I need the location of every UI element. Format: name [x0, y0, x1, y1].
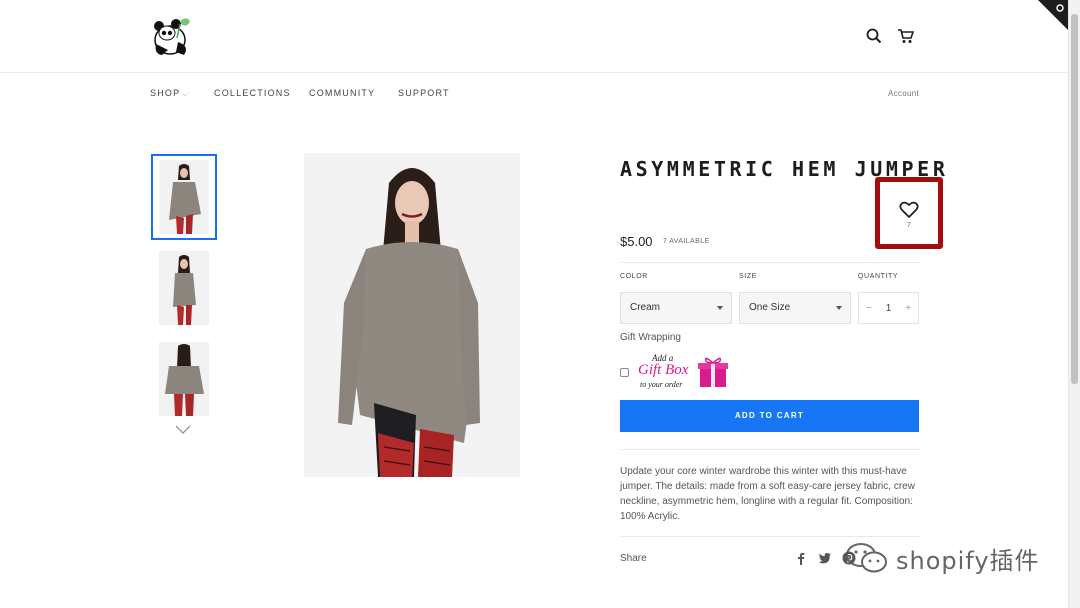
- site-header: [0, 0, 1068, 73]
- settings-corner-icon[interactable]: [1038, 0, 1068, 30]
- gift-box-line2: Gift Box: [638, 362, 689, 378]
- product-price: $5.00: [620, 234, 653, 249]
- size-label: SIZE: [739, 273, 757, 280]
- caret-down-icon: [717, 306, 723, 310]
- facebook-icon[interactable]: [794, 551, 808, 565]
- size-select[interactable]: One Size: [739, 292, 851, 324]
- product-thumbnail-1[interactable]: [151, 154, 217, 240]
- thumbnail-image: [159, 342, 209, 416]
- stock-availability: 7 AVAILABLE: [663, 238, 710, 245]
- divider: [620, 262, 919, 263]
- product-description: Update your core winter wardrobe this wi…: [620, 466, 915, 522]
- quantity-decrement-button[interactable]: −: [859, 303, 879, 314]
- color-select-value: Cream: [630, 302, 661, 313]
- share-label: Share: [620, 553, 647, 564]
- search-icon[interactable]: [865, 27, 883, 45]
- quantity-stepper: − 1 +: [858, 292, 919, 324]
- thumbnail-image: [159, 251, 209, 325]
- watermark-text: shopify插件: [896, 546, 1040, 575]
- quantity-label: QUANTITY: [858, 273, 899, 280]
- twitter-icon[interactable]: [818, 551, 832, 565]
- nav-shop[interactable]: SHOP ⌵: [150, 88, 189, 99]
- gift-icon: [698, 357, 728, 387]
- main-product-image[interactable]: [304, 153, 520, 477]
- size-select-value: One Size: [749, 302, 791, 313]
- watermark: shopify插件: [844, 540, 1044, 576]
- product-thumbnail-3[interactable]: [151, 336, 217, 422]
- quantity-increment-button[interactable]: +: [898, 303, 918, 314]
- wechat-icon: [846, 543, 887, 573]
- product-thumbnail-2[interactable]: [151, 245, 217, 331]
- color-select[interactable]: Cream: [620, 292, 732, 324]
- gift-wrapping-label: Gift Wrapping: [620, 332, 681, 343]
- color-label: COLOR: [620, 273, 648, 280]
- thumbnail-image: [159, 160, 209, 234]
- gift-box-line3: to your order: [640, 380, 683, 389]
- heart-icon: [899, 201, 919, 218]
- nav-shop-label: SHOP: [150, 88, 181, 98]
- thumbnails-down-chevron-icon[interactable]: [175, 424, 191, 436]
- wishlist-button[interactable]: 7: [875, 177, 943, 249]
- add-to-cart-button[interactable]: ADD TO CART: [620, 400, 919, 432]
- divider: [620, 449, 919, 450]
- divider: [620, 536, 919, 537]
- nav-community[interactable]: COMMUNITY: [309, 88, 375, 98]
- page-scrollbar[interactable]: [1068, 0, 1080, 608]
- nav-collections[interactable]: COLLECTIONS: [214, 88, 291, 98]
- panda-logo[interactable]: [150, 14, 192, 58]
- chevron-down-icon: ⌵: [182, 91, 189, 98]
- nav-support[interactable]: SUPPORT: [398, 88, 450, 98]
- quantity-input[interactable]: 1: [879, 303, 899, 314]
- wishlist-count: 7: [907, 222, 911, 229]
- account-link[interactable]: Account: [888, 89, 919, 98]
- scrollbar-thumb[interactable]: [1071, 14, 1078, 384]
- gift-box-checkbox[interactable]: [620, 368, 629, 377]
- caret-down-icon: [836, 306, 842, 310]
- cart-icon[interactable]: [897, 27, 915, 45]
